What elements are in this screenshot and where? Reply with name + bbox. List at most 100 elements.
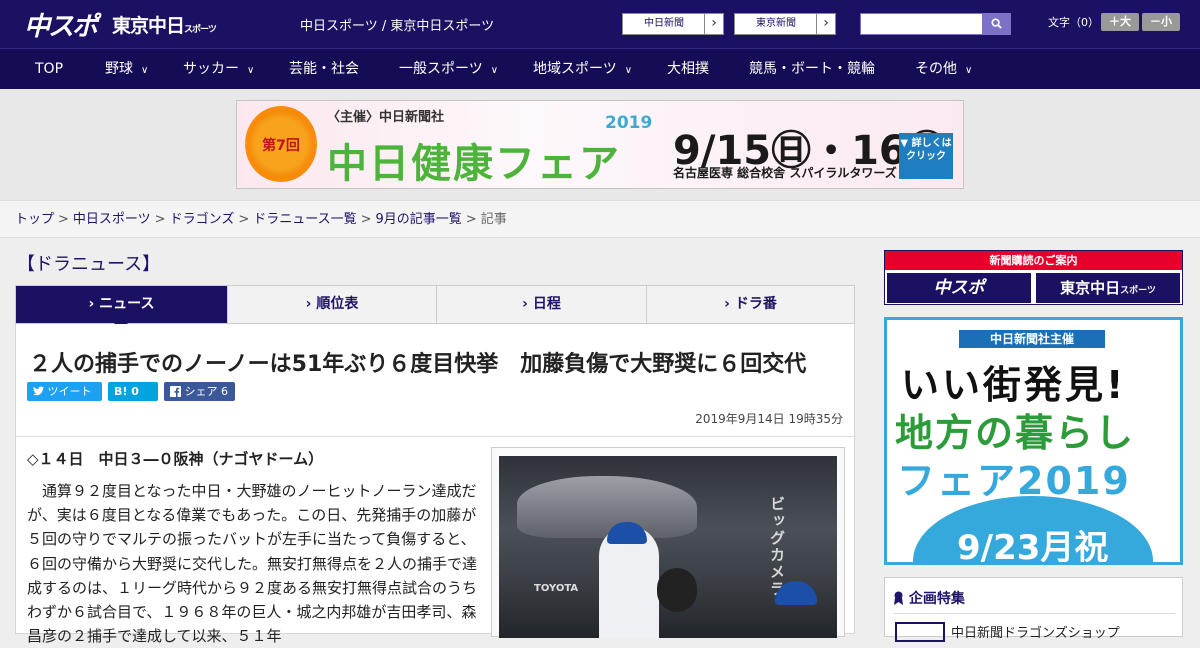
tokyo-shimbun-label: 東京新聞 [756,18,796,29]
section-title: 【ドラニュース】 [17,254,161,275]
article-body: 通算９２度目となった中日・大野雄のノーヒットノーラン達成だが、実は６度目となる偉… [27,482,478,646]
subscription-box: 新聞購読のご案内 中スポ 東京中日スポーツ [884,250,1183,305]
site-name: 中日スポーツ / 東京中日スポーツ [300,19,495,34]
banner-year: 2019 [605,113,653,133]
subscribe-tokyo-chunichi-button[interactable]: 東京中日スポーツ [1036,273,1180,303]
facebook-share-label: シェア 6 [184,385,229,398]
search-input[interactable] [861,14,983,34]
section-tabs: › ニュース › 順位表 › 日程 › ドラ番 [15,285,855,324]
breadcrumb-link[interactable]: ドラニュース一覧 [253,212,356,227]
facebook-share-button[interactable]: シェア 6 [164,382,235,401]
nav-label: 一般スポーツ [399,61,483,77]
tab-schedule[interactable]: › 日程 [436,286,646,323]
subscribe-tokyo-small: スポーツ [1120,286,1156,296]
banner-venue: 名古屋医専 総合校舎 スパイラルタワーズ [673,166,897,180]
subscribe-chuspo-button[interactable]: 中スポ [887,273,1031,303]
facebook-icon [170,386,181,397]
fair-ad[interactable]: 中日新聞社主催 いい街発見! 地方の暮らし フェア2019 9/23月祝 [884,317,1183,565]
article: ２人の捕手でのノーノーは51年ぶり６度目快挙 加藤負傷で大野奨に６回交代 ツイー… [15,324,856,645]
subscription-header: 新聞購読のご案内 [885,251,1182,270]
nav-item-general-sports[interactable]: 一般スポーツ ∨ [399,49,498,89]
banner-title: 中日健康フェア [327,141,621,187]
nav-item-racing[interactable]: 競馬・ボート・競輪 [749,49,875,89]
tokyo-logo-small: スポーツ [184,25,217,35]
car-shape [517,476,697,538]
font-larger-button[interactable]: ＋大 [1101,13,1139,31]
chunichi-shimbun-label: 中日新聞 [644,18,684,29]
chuspo-logo[interactable]: 中スポ [24,6,98,43]
tweet-label: ツイート [47,385,92,398]
breadcrumb-separator: > [465,212,477,227]
nav-label: 地域スポーツ [533,61,617,77]
tokyo-logo-text: 東京中日 [112,15,185,37]
chevron-right-icon: › [704,14,723,34]
nav-label: 大相撲 [667,61,709,77]
main-nav: TOP 野球 ∨ サッカー ∨ 芸能・社会 一般スポーツ ∨ 地域スポーツ ∨ 大相撲 … [0,48,1200,89]
tab-standings[interactable]: › 順位表 [227,286,436,323]
twitter-icon [33,386,44,396]
chevron-down-icon: ∨ [965,65,973,76]
article-lead: ◇１４日 中日３―０阪神（ナゴヤドーム） [27,450,324,468]
article-date: 2019年9月14日 19時35分 [695,412,843,426]
nav-item-soccer[interactable]: サッカー ∨ [183,49,254,89]
tab-dora-ban[interactable]: › ドラ番 [646,286,854,323]
article-photo[interactable]: ビッグカメラ TOYOTA [491,447,845,638]
ad-organizer-tag: 中日新聞社主催 [959,330,1105,348]
flower-badge-icon: 第7回 [245,106,317,182]
nav-item-sumo[interactable]: 大相撲 [667,49,709,89]
search-box [860,13,1011,35]
nav-item-entertainment[interactable]: 芸能・社会 [289,49,359,89]
nav-label: TOP [35,61,64,77]
breadcrumb-separator: > [58,212,69,227]
font-size-label: 文字（0） [1048,16,1099,29]
chevron-down-icon: ∨ [624,65,633,76]
nav-item-local-sports[interactable]: 地域スポーツ ∨ [533,49,632,89]
hatena-bookmark-button[interactable]: B! 0 [108,382,158,401]
sponsor-mark: TOYOTA [534,583,579,594]
tokyo-shimbun-button[interactable]: 東京新聞 › [734,13,836,35]
tab-news[interactable]: › ニュース [16,286,227,323]
feature-thumbnail[interactable] [895,622,945,642]
banner-badge: 第7回 [262,138,300,154]
nav-label: 競馬・ボート・競輪 [749,61,875,77]
site-header: 中スポ 東京中日スポーツ 中日スポーツ / 東京中日スポーツ 中日新聞 › 東京新… [0,0,1200,48]
font-smaller-button[interactable]: －小 [1142,13,1180,31]
nav-item-baseball[interactable]: 野球 ∨ [105,49,148,89]
tokyo-chunichi-logo[interactable]: 東京中日スポーツ [112,11,217,38]
banner-organizer: 〈主催〉中日新聞社 [327,110,445,125]
breadcrumb: トップ > 中日スポーツ > ドラゴンズ > ドラニュース一覧 >9月の記事一覧 > 記事 [0,200,1200,238]
divider [16,436,856,437]
feature-title: 企画特集 [893,588,965,608]
breadcrumb-separator: > [154,212,166,227]
breadcrumb-link[interactable]: 9月の記事一覧 [376,212,462,227]
feature-item-link[interactable]: 中日新聞ドラゴンズショップ [951,622,1120,641]
breadcrumb-separator: > [238,212,250,227]
feature-title-text: 企画特集 [908,591,965,607]
ad-line-1: いい街発見! [901,363,1127,407]
ad-line-2: 地方の暮らし [895,411,1136,455]
chunichi-shimbun-button[interactable]: 中日新聞 › [622,13,724,35]
chevron-down-icon: ∨ [141,65,149,76]
breadcrumb-current: 記事 [480,212,507,227]
catcher-mask [657,568,697,612]
nav-item-top[interactable]: TOP [35,49,63,89]
search-button[interactable] [982,14,1010,34]
ribbon-icon [894,591,903,605]
breadcrumb-link[interactable]: ドラゴンズ [170,212,235,227]
health-fair-banner[interactable]: 第7回 〈主催〉中日新聞社 中日健康フェア 2019 9/15㊐・16㊗ 名古屋… [236,100,964,189]
nav-label: 野球 [105,61,133,77]
breadcrumb-link[interactable]: 中日スポーツ [73,212,151,227]
article-headline: ２人の捕手でのノーノーは51年ぶり６度目快挙 加藤負傷で大野奨に６回交代 [29,352,807,377]
subscribe-tokyo-label: 東京中日 [1060,279,1121,297]
banner-more-button[interactable]: ▼ 詳しくは クリック [899,133,953,179]
tweet-button[interactable]: ツイート [27,382,102,401]
nav-label: その他 [915,61,957,77]
divider [893,613,1175,614]
ad-date: 9/23月祝 [957,528,1109,565]
breadcrumb-link[interactable]: トップ [15,212,54,227]
nav-item-other[interactable]: その他 ∨ [915,49,972,89]
chevron-down-icon: ∨ [247,65,255,76]
search-icon [990,18,1002,29]
chevron-down-icon: ∨ [490,65,499,76]
nav-label: サッカー [183,61,239,77]
